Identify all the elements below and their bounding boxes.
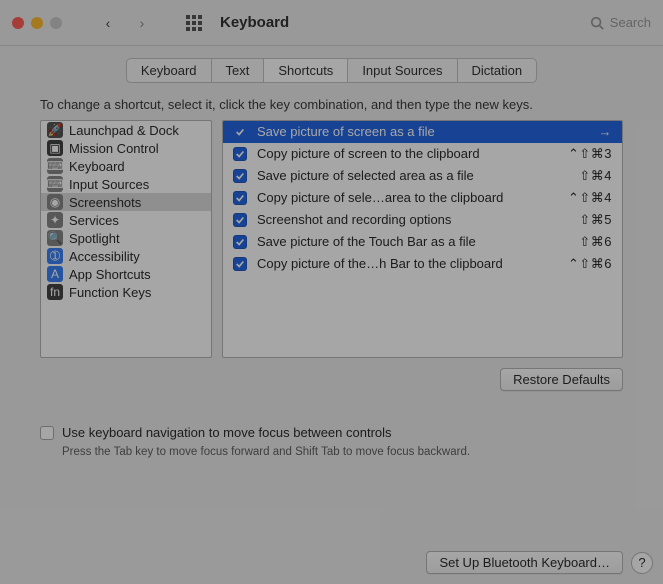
category-icon: fn xyxy=(47,284,63,300)
bluetooth-keyboard-button[interactable]: Set Up Bluetooth Keyboard… xyxy=(426,551,623,574)
category-services[interactable]: ✦ Services xyxy=(41,211,211,229)
show-all-button[interactable] xyxy=(182,11,206,35)
category-label: Screenshots xyxy=(69,195,141,210)
help-button[interactable]: ? xyxy=(631,552,653,574)
close-window-button[interactable] xyxy=(12,17,24,29)
category-label: Accessibility xyxy=(69,249,140,264)
shortcut-label: Save picture of selected area as a file xyxy=(257,167,569,185)
forward-button[interactable]: › xyxy=(130,11,154,35)
shortcut-keys: ⌃⇧⌘6 xyxy=(568,255,612,273)
shortcut-keys: ⇧⌘4 xyxy=(579,167,612,185)
category-app-shortcuts[interactable]: A App Shortcuts xyxy=(41,265,211,283)
shortcut-checkbox[interactable] xyxy=(233,257,247,271)
category-input-sources[interactable]: ⌨ Input Sources xyxy=(41,175,211,193)
shortcut-checkbox[interactable] xyxy=(233,213,247,227)
instruction-text: To change a shortcut, select it, click t… xyxy=(0,97,663,120)
category-label: Mission Control xyxy=(69,141,159,156)
shortcut-row[interactable]: Screenshot and recording options ⇧⌘5 xyxy=(223,209,622,231)
category-accessibility[interactable]: ➀ Accessibility xyxy=(41,247,211,265)
shortcut-checkbox[interactable] xyxy=(233,125,247,139)
shortcut-keys: → xyxy=(599,123,613,141)
shortcut-row[interactable]: Copy picture of sele…area to the clipboa… xyxy=(223,187,622,209)
chevron-right-icon: › xyxy=(140,15,145,31)
category-icon: ⌨ xyxy=(47,158,63,174)
shortcut-label: Copy picture of sele…area to the clipboa… xyxy=(257,189,558,207)
shortcut-keys: ⇧⌘6 xyxy=(579,233,612,251)
shortcut-label: Screenshot and recording options xyxy=(257,211,569,229)
search-placeholder: Search xyxy=(610,15,651,30)
search-field[interactable]: Search xyxy=(590,15,651,30)
shortcut-keys: ⇧⌘5 xyxy=(579,211,612,229)
shortcut-keys: ⌃⇧⌘3 xyxy=(568,145,612,163)
category-screenshots[interactable]: ◉ Screenshots xyxy=(41,193,211,211)
tab-text[interactable]: Text xyxy=(212,59,265,82)
category-function-keys[interactable]: fn Function Keys xyxy=(41,283,211,301)
tab-bar: KeyboardTextShortcutsInput SourcesDictat… xyxy=(0,46,663,97)
grid-icon xyxy=(186,15,202,31)
window-controls xyxy=(12,17,62,29)
category-icon: 🔍 xyxy=(47,230,63,246)
shortcut-row[interactable]: Copy picture of screen to the clipboard ⌃… xyxy=(223,143,622,165)
category-icon: ⌨ xyxy=(47,176,63,192)
window-title: Keyboard xyxy=(220,14,289,31)
shortcut-row[interactable]: Save picture of screen as a file → xyxy=(223,121,622,143)
tab-dictation[interactable]: Dictation xyxy=(458,59,537,82)
category-icon: ◉ xyxy=(47,194,63,210)
shortcut-label: Copy picture of screen to the clipboard xyxy=(257,145,558,163)
minimize-window-button[interactable] xyxy=(31,17,43,29)
shortcut-row[interactable]: Copy picture of the…h Bar to the clipboa… xyxy=(223,253,622,275)
keyboard-nav-checkbox[interactable] xyxy=(40,426,54,440)
shortcut-checkbox[interactable] xyxy=(233,169,247,183)
shortcut-keys: ⌃⇧⌘4 xyxy=(568,189,612,207)
shortcut-list[interactable]: Save picture of screen as a file → Copy pi… xyxy=(222,120,623,358)
category-label: Services xyxy=(69,213,119,228)
shortcut-label: Save picture of the Touch Bar as a file xyxy=(257,233,569,251)
shortcut-label: Save picture of screen as a file xyxy=(257,123,589,141)
category-icon: 🚀 xyxy=(47,122,63,138)
category-label: Launchpad & Dock xyxy=(69,123,179,138)
titlebar: ‹ › Keyboard Search xyxy=(0,0,663,46)
category-icon: ▣ xyxy=(47,140,63,156)
keyboard-nav-label: Use keyboard navigation to move focus be… xyxy=(62,425,392,440)
keyboard-nav-hint: Press the Tab key to move focus forward … xyxy=(62,446,623,458)
category-label: Keyboard xyxy=(69,159,125,174)
shortcut-label: Copy picture of the…h Bar to the clipboa… xyxy=(257,255,558,273)
search-icon xyxy=(590,16,604,30)
category-list[interactable]: 🚀 Launchpad & Dock ▣ Mission Control ⌨ Keyboa… xyxy=(40,120,212,358)
category-icon: A xyxy=(47,266,63,282)
category-label: Input Sources xyxy=(69,177,149,192)
chevron-left-icon: ‹ xyxy=(106,15,111,31)
shortcut-checkbox[interactable] xyxy=(233,147,247,161)
zoom-window-button[interactable] xyxy=(50,17,62,29)
tab-keyboard[interactable]: Keyboard xyxy=(127,59,212,82)
category-label: App Shortcuts xyxy=(69,267,151,282)
shortcut-checkbox[interactable] xyxy=(233,235,247,249)
category-spotlight[interactable]: 🔍 Spotlight xyxy=(41,229,211,247)
shortcut-row[interactable]: Save picture of selected area as a file ⇧… xyxy=(223,165,622,187)
category-label: Spotlight xyxy=(69,231,120,246)
category-keyboard[interactable]: ⌨ Keyboard xyxy=(41,157,211,175)
category-mission-control[interactable]: ▣ Mission Control xyxy=(41,139,211,157)
back-button[interactable]: ‹ xyxy=(96,11,120,35)
category-icon: ✦ xyxy=(47,212,63,228)
restore-defaults-button[interactable]: Restore Defaults xyxy=(500,368,623,391)
category-launchpad-dock[interactable]: 🚀 Launchpad & Dock xyxy=(41,121,211,139)
tab-input-sources[interactable]: Input Sources xyxy=(348,59,457,82)
shortcut-row[interactable]: Save picture of the Touch Bar as a file ⇧… xyxy=(223,231,622,253)
tab-shortcuts[interactable]: Shortcuts xyxy=(264,59,348,82)
category-label: Function Keys xyxy=(69,285,151,300)
shortcut-checkbox[interactable] xyxy=(233,191,247,205)
category-icon: ➀ xyxy=(47,248,63,264)
